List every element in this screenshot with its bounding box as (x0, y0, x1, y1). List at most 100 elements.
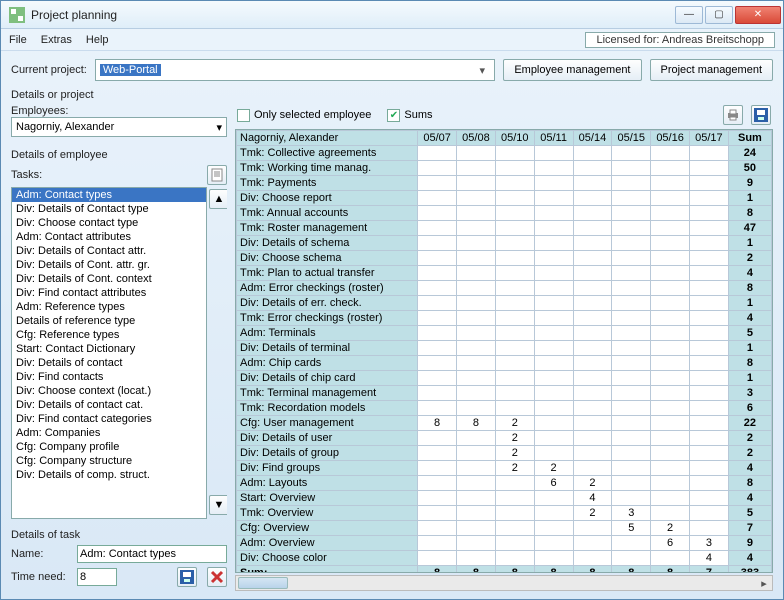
task-item[interactable]: Start: Contact Dictionary (12, 342, 206, 356)
grid-cell[interactable] (495, 161, 534, 176)
grid-cell[interactable] (651, 446, 690, 461)
grid-cell[interactable] (495, 521, 534, 536)
grid-row[interactable]: Tmk: Working time manag.50 (237, 161, 772, 176)
save-grid-button[interactable] (751, 105, 771, 125)
grid-cell[interactable] (573, 401, 612, 416)
grid-cell[interactable] (690, 296, 729, 311)
grid-cell[interactable] (612, 281, 651, 296)
grid-cell[interactable] (690, 251, 729, 266)
grid-cell[interactable] (651, 176, 690, 191)
save-task-button[interactable] (177, 567, 197, 587)
grid-row[interactable]: Tmk: Collective agreements24 (237, 146, 772, 161)
grid-row[interactable]: Div: Find groups224 (237, 461, 772, 476)
grid-cell[interactable] (457, 341, 496, 356)
grid-cell[interactable] (573, 341, 612, 356)
grid-cell[interactable] (534, 296, 573, 311)
grid-cell[interactable] (457, 236, 496, 251)
task-item[interactable]: Div: Details of contact cat. (12, 398, 206, 412)
grid-cell[interactable] (457, 176, 496, 191)
grid-cell[interactable] (612, 491, 651, 506)
grid-cell[interactable] (651, 341, 690, 356)
employee-management-button[interactable]: Employee management (503, 59, 641, 81)
grid-cell[interactable] (534, 416, 573, 431)
task-item[interactable]: Adm: Contact attributes (12, 230, 206, 244)
grid-cell[interactable] (612, 221, 651, 236)
grid-cell[interactable] (573, 221, 612, 236)
grid-cell[interactable] (457, 251, 496, 266)
grid-cell[interactable] (612, 266, 651, 281)
grid-cell[interactable] (534, 281, 573, 296)
grid-cell[interactable] (418, 191, 457, 206)
grid-cell[interactable] (457, 146, 496, 161)
grid-cell[interactable] (534, 326, 573, 341)
grid-cell[interactable] (690, 161, 729, 176)
grid-cell[interactable] (457, 476, 496, 491)
grid-cell[interactable] (573, 296, 612, 311)
grid-row[interactable]: Div: Choose color44 (237, 551, 772, 566)
grid-cell[interactable] (651, 371, 690, 386)
grid-row[interactable]: Tmk: Roster management47 (237, 221, 772, 236)
grid-cell[interactable] (651, 461, 690, 476)
grid-cell[interactable] (495, 476, 534, 491)
grid-cell[interactable] (690, 476, 729, 491)
grid-cell[interactable] (651, 236, 690, 251)
grid-cell[interactable] (534, 311, 573, 326)
grid-cell[interactable] (612, 191, 651, 206)
minimize-button[interactable]: — (675, 6, 703, 24)
grid-cell[interactable] (573, 281, 612, 296)
grid-cell[interactable] (495, 386, 534, 401)
grid-cell[interactable] (690, 326, 729, 341)
grid-cell[interactable] (573, 311, 612, 326)
grid-cell[interactable] (418, 146, 457, 161)
grid-cell[interactable] (457, 311, 496, 326)
grid-cell[interactable] (573, 266, 612, 281)
grid-cell[interactable] (612, 341, 651, 356)
grid-cell[interactable] (612, 176, 651, 191)
grid-cell[interactable] (418, 461, 457, 476)
grid-cell[interactable] (534, 236, 573, 251)
only-selected-checkbox[interactable]: Only selected employee (237, 109, 371, 122)
grid-cell[interactable] (534, 401, 573, 416)
grid-cell[interactable] (534, 536, 573, 551)
horizontal-scrollbar[interactable]: ◂ ▸ (235, 575, 773, 591)
grid-cell[interactable] (457, 266, 496, 281)
grid-cell[interactable] (495, 191, 534, 206)
grid-row[interactable]: Cfg: Overview527 (237, 521, 772, 536)
grid-row[interactable]: Start: Overview44 (237, 491, 772, 506)
maximize-button[interactable]: ▢ (705, 6, 733, 24)
grid-cell[interactable] (651, 146, 690, 161)
grid-cell[interactable] (418, 221, 457, 236)
grid-row[interactable]: Tmk: Payments9 (237, 176, 772, 191)
grid-cell[interactable] (573, 416, 612, 431)
grid-cell[interactable] (573, 251, 612, 266)
menu-help[interactable]: Help (86, 34, 109, 46)
grid-cell[interactable]: 4 (690, 551, 729, 566)
grid-cell[interactable] (534, 371, 573, 386)
grid-cell[interactable] (495, 356, 534, 371)
grid-cell[interactable] (690, 341, 729, 356)
grid-cell[interactable] (651, 326, 690, 341)
grid-cell[interactable] (573, 176, 612, 191)
grid-cell[interactable] (457, 191, 496, 206)
grid-cell[interactable] (573, 551, 612, 566)
grid-cell[interactable] (495, 206, 534, 221)
grid-cell[interactable] (651, 401, 690, 416)
grid-cell[interactable] (418, 356, 457, 371)
grid-cell[interactable] (534, 191, 573, 206)
move-up-button[interactable]: ▲ (209, 189, 227, 209)
grid-cell[interactable] (418, 311, 457, 326)
grid-cell[interactable] (418, 176, 457, 191)
grid-cell[interactable]: 2 (495, 446, 534, 461)
grid-cell[interactable] (495, 281, 534, 296)
grid-cell[interactable] (495, 341, 534, 356)
grid-cell[interactable] (690, 431, 729, 446)
grid-cell[interactable] (612, 536, 651, 551)
grid-cell[interactable] (612, 296, 651, 311)
grid-cell[interactable] (495, 251, 534, 266)
grid-cell[interactable] (690, 491, 729, 506)
grid-cell[interactable] (418, 431, 457, 446)
grid-row[interactable]: Tmk: Terminal management3 (237, 386, 772, 401)
grid-cell[interactable]: 2 (534, 461, 573, 476)
task-name-input[interactable] (77, 545, 227, 563)
grid-cell[interactable] (573, 431, 612, 446)
